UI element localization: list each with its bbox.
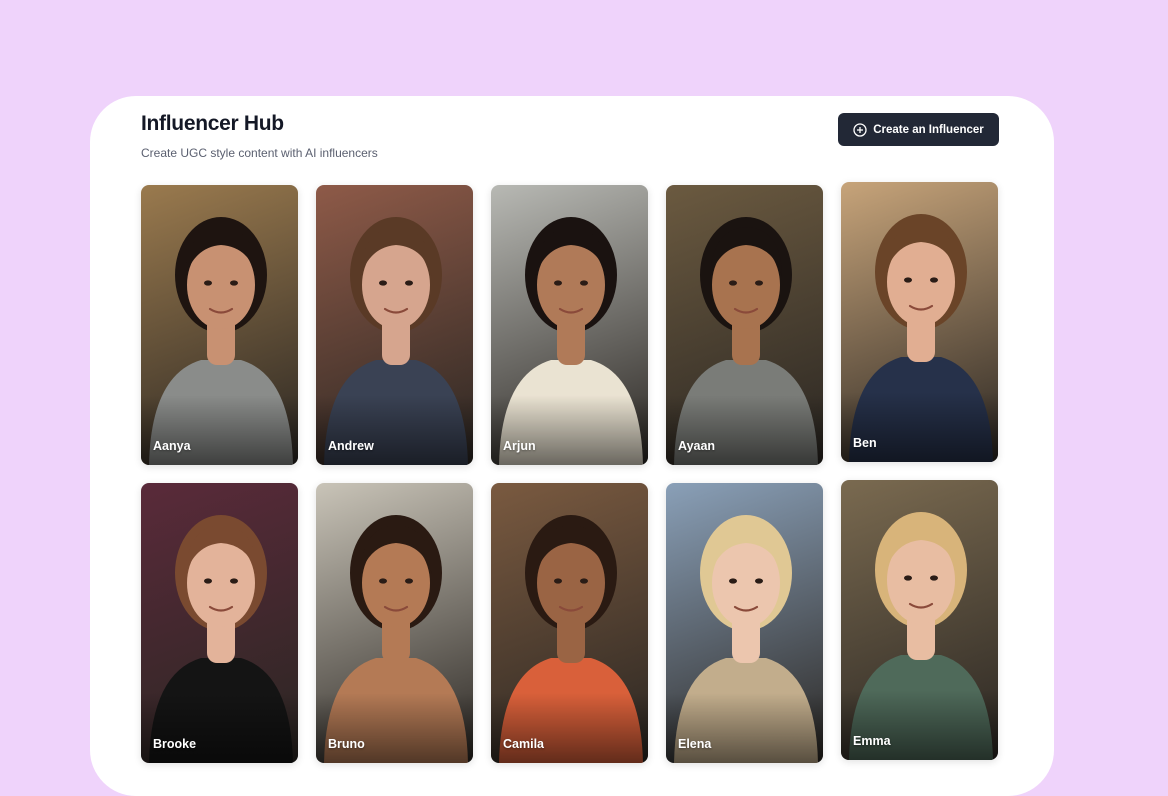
influencer-name: Emma [853, 734, 891, 748]
influencer-card-arjun[interactable]: Arjun [491, 185, 648, 465]
influencer-name: Ben [853, 436, 877, 450]
card-gradient-overlay [491, 693, 648, 763]
page-title: Influencer Hub [141, 112, 284, 135]
card-gradient-overlay [666, 395, 823, 465]
influencer-card-bruno[interactable]: Bruno [316, 483, 473, 763]
influencer-name: Brooke [153, 737, 197, 751]
influencer-card-camila[interactable]: Camila [491, 483, 648, 763]
influencer-name: Bruno [328, 737, 365, 751]
influencer-name: Arjun [503, 439, 536, 453]
influencer-card-emma[interactable]: Emma [841, 480, 998, 760]
card-gradient-overlay [141, 693, 298, 763]
card-gradient-overlay [316, 395, 473, 465]
influencer-name: Andrew [328, 439, 374, 453]
card-gradient-overlay [841, 690, 998, 760]
influencer-card-brooke[interactable]: Brooke [141, 483, 298, 763]
influencer-name: Ayaan [678, 439, 716, 453]
card-gradient-overlay [141, 395, 298, 465]
influencer-hub-panel: Influencer Hub Create UGC style content … [90, 96, 1054, 796]
card-gradient-overlay [316, 693, 473, 763]
influencer-card-ben[interactable]: Ben [841, 182, 998, 462]
influencer-card-aanya[interactable]: Aanya [141, 185, 298, 465]
influencer-name: Camila [503, 737, 544, 751]
card-gradient-overlay [666, 693, 823, 763]
influencer-name: Elena [678, 737, 712, 751]
influencer-card-elena[interactable]: Elena [666, 483, 823, 763]
influencer-name: Aanya [153, 439, 191, 453]
create-influencer-label: Create an Influencer [873, 123, 984, 136]
card-gradient-overlay [491, 395, 648, 465]
plus-circle-icon [853, 122, 867, 137]
card-gradient-overlay [841, 392, 998, 462]
influencer-card-ayaan[interactable]: Ayaan [666, 185, 823, 465]
influencer-card-andrew[interactable]: Andrew [316, 185, 473, 465]
page-subtitle: Create UGC style content with AI influen… [141, 146, 378, 160]
create-influencer-button[interactable]: Create an Influencer [838, 113, 999, 146]
